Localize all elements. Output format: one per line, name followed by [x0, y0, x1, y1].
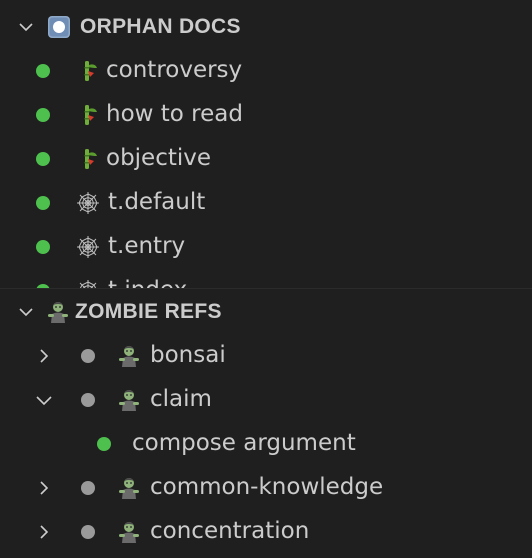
status-dot: [81, 393, 95, 407]
list-item[interactable]: objective: [0, 137, 532, 181]
chevron-down-icon[interactable]: [18, 304, 34, 320]
chevron-down-icon[interactable]: [18, 19, 34, 35]
bamboo-icon: [76, 147, 100, 171]
list-item-label: how to read: [106, 101, 243, 127]
zombie-icon: [117, 388, 141, 412]
list-item[interactable]: t.index: [0, 269, 532, 288]
status-dot: [97, 437, 111, 451]
tree-item-common-knowledge[interactable]: common-knowledge: [0, 466, 532, 510]
tree-item-bonsai[interactable]: bonsai: [0, 334, 532, 378]
zombie-refs-header[interactable]: ZOMBIE REFS: [0, 290, 532, 334]
chevron-right-icon[interactable]: [36, 348, 52, 364]
tree-item-label: compose argument: [132, 430, 356, 456]
zombie-icon: [117, 344, 141, 368]
zombie-icon: [117, 520, 141, 544]
tree-item-concentration[interactable]: concentration: [0, 510, 532, 554]
list-item-label: t.index: [108, 277, 187, 288]
tree-item-label: concentration: [150, 518, 310, 544]
status-dot: [36, 64, 50, 78]
list-item-label: objective: [106, 145, 212, 171]
orphan-docs-header[interactable]: ORPHAN DOCS: [0, 5, 532, 49]
status-dot: [36, 152, 50, 166]
status-dot: [36, 196, 50, 210]
status-dot: [36, 108, 50, 122]
status-dot: [81, 525, 95, 539]
tree-item-label: bonsai: [150, 342, 226, 368]
bamboo-icon: [76, 59, 100, 83]
spider-web-icon: [76, 235, 100, 259]
zombie-icon: [117, 476, 141, 500]
zombie-refs-pane: ZOMBIE REFS bonsai claim compose argumen…: [0, 288, 532, 558]
list-item[interactable]: t.entry: [0, 225, 532, 269]
zombie-icon: [46, 300, 70, 324]
list-item-label: t.default: [108, 189, 206, 215]
orphan-docs-title: ORPHAN DOCS: [80, 15, 241, 38]
orphan-docs-pane: ORPHAN DOCS controversy how to read obje…: [0, 0, 532, 288]
chevron-down-icon[interactable]: [35, 392, 52, 408]
record-button-icon: [47, 15, 71, 39]
status-dot: [36, 240, 50, 254]
list-item-label: controversy: [106, 57, 243, 83]
chevron-right-icon[interactable]: [36, 524, 52, 540]
tree-item-label: claim: [150, 386, 212, 412]
tree-item-compose-argument[interactable]: compose argument: [0, 422, 532, 466]
list-item[interactable]: t.default: [0, 181, 532, 225]
list-item-label: t.entry: [108, 233, 186, 259]
tree-item-label: common-knowledge: [150, 474, 384, 500]
status-dot: [81, 481, 95, 495]
list-item[interactable]: how to read: [0, 93, 532, 137]
spider-web-icon: [76, 191, 100, 215]
list-item[interactable]: controversy: [0, 49, 532, 93]
spider-web-icon: [76, 279, 100, 288]
status-dot: [81, 349, 95, 363]
bamboo-icon: [76, 103, 100, 127]
zombie-refs-title: ZOMBIE REFS: [75, 300, 222, 323]
chevron-right-icon[interactable]: [36, 480, 52, 496]
tree-item-claim[interactable]: claim: [0, 378, 532, 422]
